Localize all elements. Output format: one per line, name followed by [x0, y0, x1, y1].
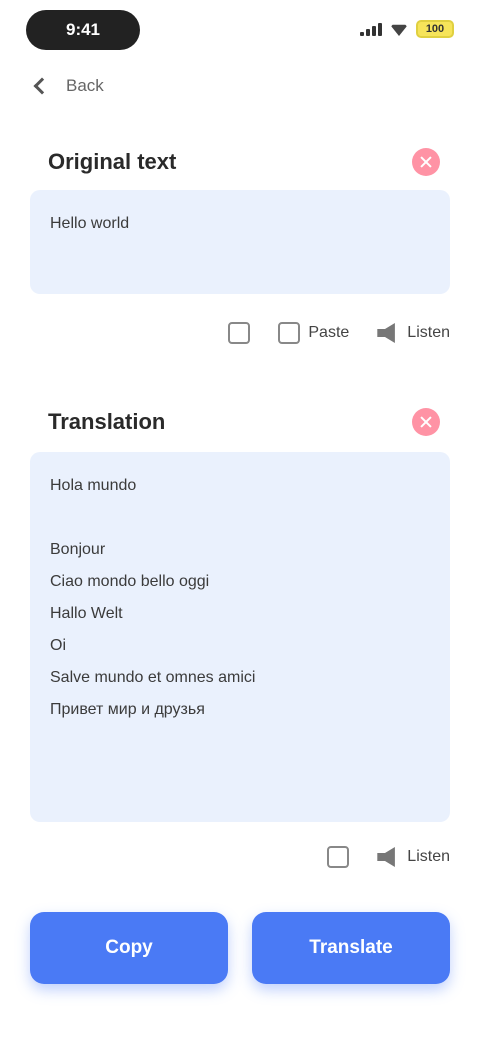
result-line: Hallo Welt — [50, 605, 123, 622]
copy-tool[interactable] — [327, 846, 350, 868]
paste-label: Paste — [308, 324, 350, 341]
listen-source-button[interactable]: Listen — [377, 323, 450, 343]
source-text: Hello world — [50, 215, 130, 232]
wifi-icon — [390, 24, 408, 36]
bottom-bar: Copy Translate — [30, 912, 450, 984]
result-line: Salve mundo et omnes amici — [50, 669, 256, 686]
source-text-input[interactable]: Hello world — [30, 190, 450, 294]
nav-bar: Back — [0, 62, 480, 110]
status-bar: 9:41 100 — [0, 0, 480, 62]
source-card-title: Original text — [48, 149, 177, 174]
listen-label: Listen — [407, 324, 450, 341]
listen-result-button[interactable]: Listen — [377, 847, 450, 867]
result-text-area[interactable]: Hola mundo Bonjour Ciao mondo bello oggi… — [30, 452, 450, 822]
battery-icon: 100 — [416, 20, 454, 38]
result-line: Ciao mondo bello oggi — [50, 573, 210, 590]
edit-tool[interactable] — [228, 322, 251, 344]
result-line: Привет мир и друзья — [50, 701, 205, 718]
speaker-icon — [377, 323, 395, 343]
result-card-title: Translation — [48, 409, 166, 434]
speaker-icon — [377, 847, 395, 867]
source-toolbar: Paste Listen — [228, 322, 450, 344]
status-time: 9:41 — [26, 10, 140, 50]
result-line: Oi — [50, 637, 66, 654]
copy-button[interactable]: Copy — [30, 912, 228, 984]
clear-result-icon[interactable] — [412, 408, 440, 436]
paste-icon — [278, 322, 301, 344]
status-icons: 100 — [360, 20, 454, 38]
result-card-header: Translation — [48, 402, 440, 442]
result-line: Bonjour — [50, 541, 106, 558]
result-line — [50, 502, 430, 534]
listen-label: Listen — [407, 848, 450, 865]
chevron-left-icon[interactable] — [33, 77, 51, 95]
source-card-header: Original text — [48, 142, 440, 182]
result-line: Hola mundo — [50, 477, 137, 494]
clear-source-icon[interactable] — [412, 148, 440, 176]
edit-icon — [228, 322, 251, 344]
result-toolbar: Listen — [327, 846, 450, 868]
back-button[interactable]: Back — [66, 76, 104, 96]
copy-icon — [327, 846, 350, 868]
translate-button[interactable]: Translate — [252, 912, 450, 984]
paste-button[interactable]: Paste — [278, 322, 349, 344]
signal-icon — [360, 22, 382, 36]
